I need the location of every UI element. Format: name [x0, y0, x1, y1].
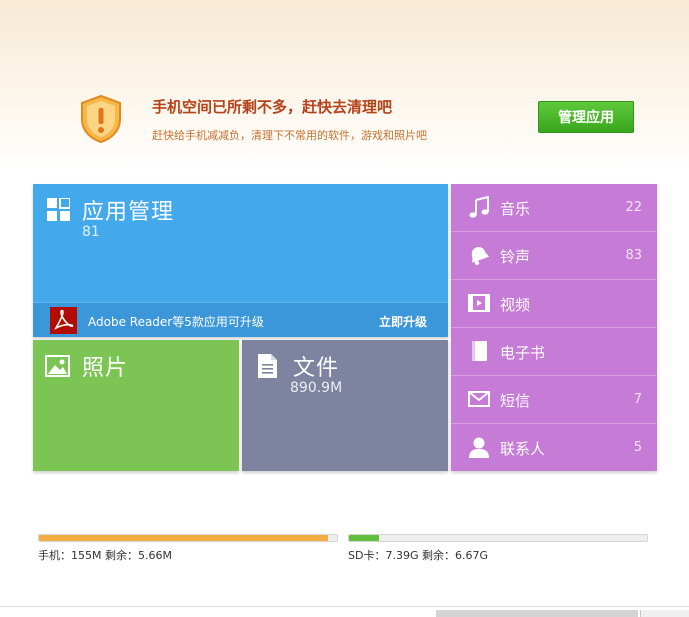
book-icon	[472, 341, 487, 361]
files-tile[interactable]: 文件 890.9M	[242, 340, 448, 471]
grid-icon	[47, 198, 70, 221]
sd-storage-text: SD卡：7.39G 剩余：6.67G	[348, 549, 488, 562]
phone-storage-bar	[38, 534, 338, 542]
picture-icon	[45, 355, 70, 377]
files-tile-title: 文件	[293, 356, 340, 381]
sidebar-item-messages[interactable]: 短信 7	[451, 376, 657, 424]
upgrade-now-link[interactable]: 立即升级	[379, 313, 427, 330]
sidebar-label-ringtones: 铃声	[500, 248, 531, 266]
sidebar-count-ringtones: 83	[625, 248, 642, 263]
sidebar-label-ebooks: 电子书	[500, 344, 546, 362]
sidebar-label-videos: 视频	[500, 296, 531, 314]
photos-tile-title: 照片	[82, 356, 129, 381]
phone-storage-fill	[39, 535, 329, 541]
alert-banner	[0, 0, 689, 170]
sidebar-item-videos[interactable]: 视频	[451, 280, 657, 328]
film-icon	[468, 294, 490, 312]
alert-subtitle: 赶快给手机减减负，清理下不常用的软件，游戏和照片吧	[152, 129, 427, 142]
alert-title: 手机空间已所剩不多，赶快去清理吧	[152, 98, 393, 116]
sidebar-label-contacts: 联系人	[500, 440, 546, 458]
sd-storage-bar	[348, 534, 648, 542]
music-note-icon	[469, 196, 489, 218]
photos-tile[interactable]: 照片	[33, 340, 239, 471]
upgrade-bar: Adobe Reader等5款应用可升级 立即升级	[33, 302, 448, 337]
files-size: 890.9M	[290, 380, 343, 396]
sidebar-item-contacts[interactable]: 联系人 5	[451, 424, 657, 472]
horizontal-scrollbar[interactable]	[436, 610, 638, 617]
sidebar-count-contacts: 5	[633, 440, 642, 455]
phone-storage-text: 手机：155M 剩余：5.66M	[38, 549, 172, 562]
apps-tile-title: 应用管理	[82, 200, 175, 225]
sidebar-count-music: 22	[625, 200, 642, 215]
bell-icon	[471, 247, 490, 266]
shield-warning-icon	[81, 94, 121, 144]
upgrade-text: Adobe Reader等5款应用可升级	[88, 315, 264, 329]
envelope-icon	[468, 391, 490, 407]
sidebar-label-music: 音乐	[500, 200, 531, 218]
sidebar-item-ebooks[interactable]: 电子书	[451, 328, 657, 376]
manage-apps-button[interactable]: 管理应用	[538, 101, 634, 133]
apps-count: 81	[82, 224, 100, 240]
document-icon	[258, 354, 277, 378]
media-list: 音乐 22 铃声 83 视频 电子书 短信 7 联系人 5	[451, 184, 657, 471]
scrollbar-track-end	[640, 610, 689, 617]
sidebar-label-messages: 短信	[500, 392, 531, 410]
sd-storage-fill	[349, 535, 379, 541]
sidebar-item-ringtones[interactable]: 铃声 83	[451, 232, 657, 280]
person-icon	[469, 437, 489, 458]
sidebar-count-messages: 7	[633, 392, 642, 407]
footer-divider	[0, 606, 689, 607]
sidebar-item-music[interactable]: 音乐 22	[451, 184, 657, 232]
apps-tile[interactable]: 应用管理 81 Adobe Reader等5款应用可升级 立即升级	[33, 184, 448, 337]
adobe-reader-icon	[50, 307, 77, 334]
